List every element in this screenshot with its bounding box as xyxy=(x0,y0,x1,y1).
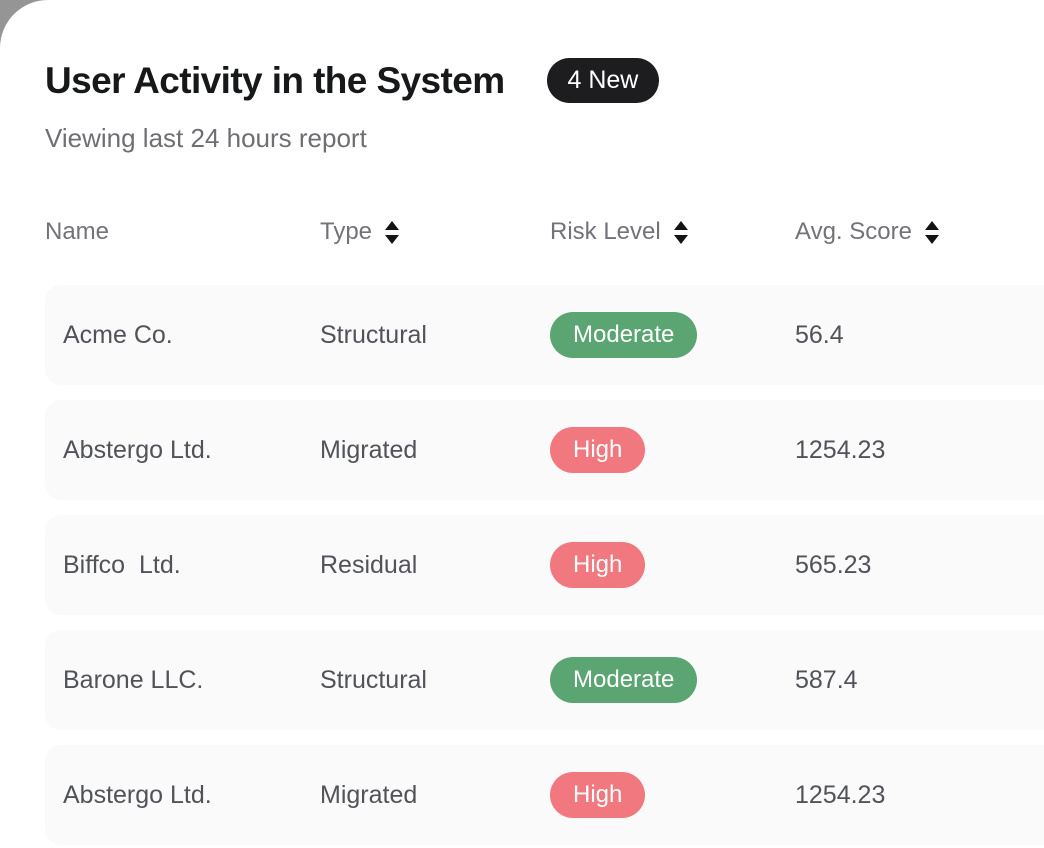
cell-avg-score: 56.4 xyxy=(795,320,844,349)
new-count-badge: 4 New xyxy=(546,58,660,103)
column-header-type[interactable]: Type xyxy=(320,218,550,246)
cell-type: Structural xyxy=(320,665,427,694)
table-row[interactable]: Biffco Ltd. Residual High 565.23 xyxy=(45,515,1044,615)
cell-name: Abstergo Ltd. xyxy=(63,780,212,809)
page-title: User Activity in the System xyxy=(45,59,505,101)
card-content: User Activity in the System 4 New Viewin… xyxy=(0,0,1044,848)
cell-avg-score: 565.23 xyxy=(795,550,872,579)
cell-risk-level: High xyxy=(550,542,795,588)
table-body: Acme Co. Structural Moderate 56.4 Abster… xyxy=(45,285,1044,845)
column-header-avg-score[interactable]: Avg. Score xyxy=(795,218,1044,246)
risk-badge: Moderate xyxy=(550,657,698,703)
sort-icon[interactable] xyxy=(924,220,939,244)
column-header-label: Avg. Score xyxy=(795,218,912,245)
sort-desc-arrow-icon xyxy=(385,234,400,244)
table-header: Name Type Risk Level Avg. Score xyxy=(45,218,1044,246)
cell-name: Acme Co. xyxy=(63,320,173,349)
risk-badge: High xyxy=(550,772,646,818)
cell-name: Abstergo Ltd. xyxy=(63,435,212,464)
cell-avg-score: 1254.23 xyxy=(795,780,886,809)
column-header-risk-level[interactable]: Risk Level xyxy=(550,218,795,246)
table-row[interactable]: Abstergo Ltd. Migrated High 1254.23 xyxy=(45,745,1044,845)
column-header-label: Type xyxy=(320,218,373,245)
risk-badge: Moderate xyxy=(550,312,698,358)
cell-risk-level: High xyxy=(550,772,795,818)
sort-asc-arrow-icon xyxy=(673,220,688,230)
cell-avg-score: 1254.23 xyxy=(795,435,886,464)
sort-icon[interactable] xyxy=(673,220,688,244)
report-subtitle: Viewing last 24 hours report xyxy=(45,123,367,153)
cell-type: Structural xyxy=(320,320,427,349)
cell-risk-level: Moderate xyxy=(550,657,795,703)
sort-asc-arrow-icon xyxy=(385,220,400,230)
cell-avg-score: 587.4 xyxy=(795,665,858,694)
risk-badge: High xyxy=(550,427,646,473)
user-activity-card: User Activity in the System 4 New Viewin… xyxy=(0,0,1044,848)
cell-type: Migrated xyxy=(320,435,418,464)
column-header-label: Risk Level xyxy=(550,218,661,245)
sort-icon[interactable] xyxy=(385,220,400,244)
sort-desc-arrow-icon xyxy=(673,234,688,244)
table-row[interactable]: Acme Co. Structural Moderate 56.4 xyxy=(45,285,1044,385)
cell-risk-level: Moderate xyxy=(550,312,795,358)
cell-name: Biffco Ltd. xyxy=(63,550,181,579)
column-header-label: Name xyxy=(45,218,110,245)
sort-asc-arrow-icon xyxy=(924,220,939,230)
sort-desc-arrow-icon xyxy=(924,234,939,244)
table-row[interactable]: Barone LLC. Structural Moderate 587.4 xyxy=(45,630,1044,730)
cell-type: Residual xyxy=(320,550,418,579)
title-row: User Activity in the System 4 New xyxy=(45,58,1044,103)
table-row[interactable]: Abstergo Ltd. Migrated High 1254.23 xyxy=(45,400,1044,500)
cell-risk-level: High xyxy=(550,427,795,473)
column-header-name: Name xyxy=(45,218,320,246)
cell-type: Migrated xyxy=(320,780,418,809)
risk-badge: High xyxy=(550,542,646,588)
cell-name: Barone LLC. xyxy=(63,665,204,694)
